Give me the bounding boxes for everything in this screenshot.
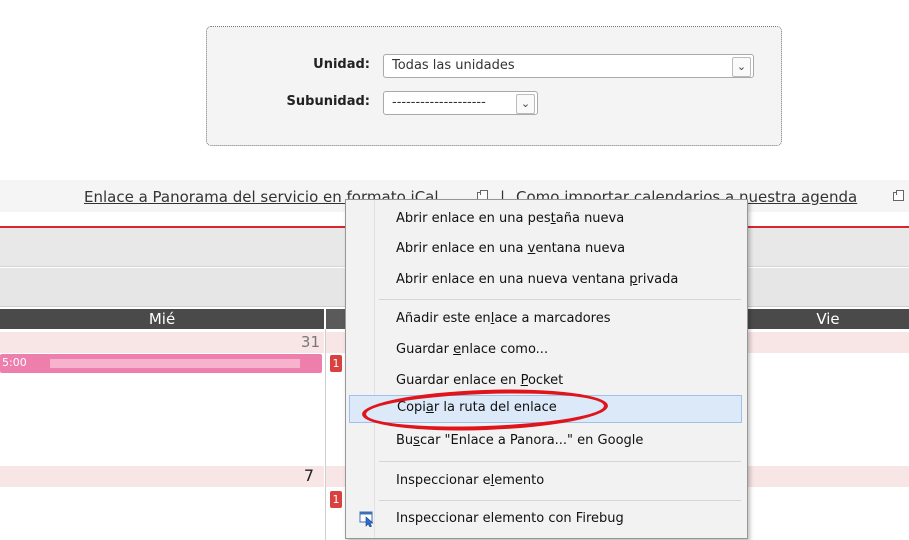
menu-separator [379,461,741,462]
firebug-inspect-icon [359,511,374,527]
menu-item-inspect-firebug[interactable]: Inspeccionar elemento con Firebug [349,506,742,532]
unidad-label: Unidad: [313,57,370,72]
event-time: 5:00 [2,356,27,369]
day-number: 31 [300,333,320,351]
event-title-redacted [50,359,300,368]
event-count-badge[interactable]: 1 [330,355,342,372]
column-divider [325,329,326,540]
subunidad-select[interactable]: -------------------- ⌄ [383,91,538,115]
menu-separator [379,299,741,300]
menu-item-bookmark-link[interactable]: Añadir este enlace a marcadores [349,306,742,332]
menu-item-open-private-window[interactable]: Abrir enlace en una nueva ventana privad… [349,267,742,293]
menu-item-open-new-window[interactable]: Abrir enlace en una ventana nueva [349,236,742,262]
unidad-select[interactable]: Todas las unidades ⌄ [383,54,754,78]
subunidad-select-value: -------------------- [392,95,486,110]
week1-day-cell: 31 [0,332,324,353]
context-menu: Abrir enlace en una pestaña nueva Abrir … [345,199,748,539]
filter-panel: Unidad: Todas las unidades ⌄ Subunidad: … [206,26,782,146]
menu-item-search-google[interactable]: Buscar "Enlace a Panora..." en Google [349,428,742,454]
subunidad-label: Subunidad: [286,94,370,109]
day-header-vie: Vie [747,309,909,329]
menu-item-inspect-element[interactable]: Inspeccionar elemento [349,468,742,494]
day-header-mie: Mié [0,309,324,329]
menu-separator [379,500,741,501]
week2-day-cell: 7 [0,466,324,487]
menu-item-save-link-as[interactable]: Guardar enlace como... [349,337,742,363]
day-number: 7 [303,466,314,485]
external-link-icon [893,190,904,201]
unidad-select-value: Todas las unidades [392,58,515,73]
calendar-event[interactable]: 5:00 [0,354,322,373]
menu-item-open-new-tab[interactable]: Abrir enlace en una pestaña nueva [349,206,742,232]
chevron-down-icon[interactable]: ⌄ [732,57,751,77]
chevron-down-icon[interactable]: ⌄ [516,94,535,114]
event-count-badge[interactable]: 1 [330,491,342,508]
